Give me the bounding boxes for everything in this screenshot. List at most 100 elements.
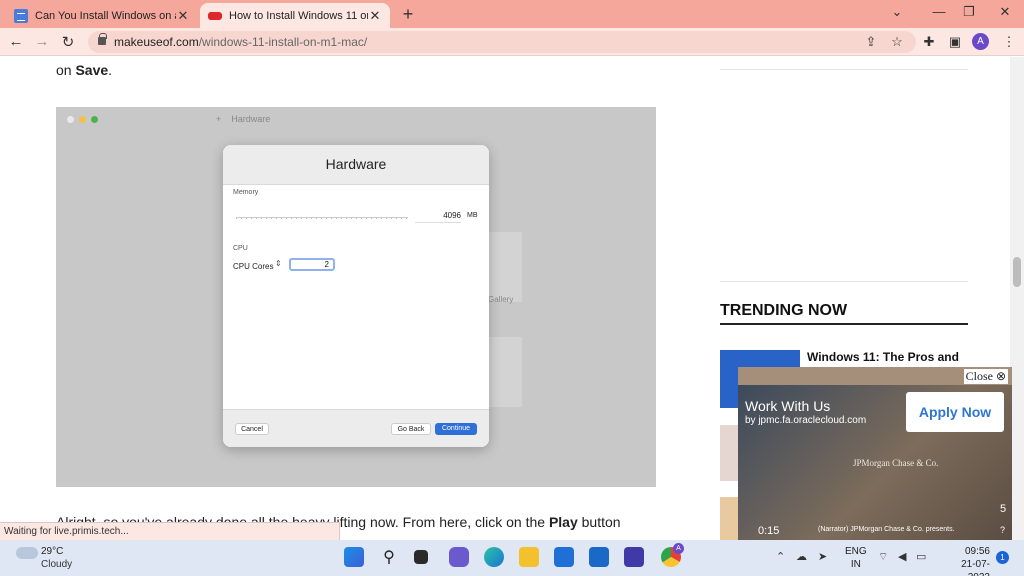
file-explorer-icon[interactable] [519,547,539,567]
reload-icon[interactable]: ↻ [58,33,78,51]
article-screenshot: + Hardware Gallery Hardware Memory 4096 … [56,107,656,487]
close-window-button[interactable]: ✕ [990,4,1020,20]
ad-headline: Work With Us [745,398,831,414]
ad-help-icon[interactable]: ? [1000,525,1005,535]
tab-close-icon[interactable]: ✕ [368,8,382,24]
cpu-cores-field[interactable]: 2 [289,258,335,271]
screen: Can You Install Windows on an A ✕ How to… [0,0,1024,576]
tab-title: How to Install Windows 11 on Yo [229,9,368,22]
background-card [486,232,522,302]
background-header: + Hardware [216,114,271,124]
memory-unit: MB [467,212,478,219]
background-header-text: Hardware [231,114,271,124]
article-thumbnail[interactable] [720,497,738,540]
weather-condition[interactable]: Cloudy [41,559,72,570]
background-card [486,337,522,407]
back-arrow-icon[interactable]: ← [6,33,26,50]
wifi-icon[interactable]: ⌔ [878,550,888,564]
menu-kebab-icon[interactable]: ⋮ [1000,34,1018,50]
onedrive-cloud-icon[interactable]: ☁ [796,550,807,563]
background-gallery-label: Gallery [488,295,514,304]
makeuseof-icon [208,11,222,20]
ad-close-button[interactable]: Close ⊗ [963,369,1008,384]
bookmark-star-icon[interactable]: ☆ [888,34,906,50]
windows-start-icon[interactable] [344,547,364,567]
ad-narration: (Narrator) JPMorgan Chase & Co. presents… [818,526,955,533]
tab-install-windows-11[interactable]: How to Install Windows 11 on Yo ✕ [200,3,390,28]
memory-slider[interactable] [236,217,408,219]
url-domain: makeuseof.com [114,35,199,49]
ad-video[interactable]: Work With Us by jpmc.fa.oraclecloud.com … [738,385,1012,540]
chevron-up-icon[interactable]: ⌃ [776,550,785,563]
lead-bold: Save [75,62,109,78]
scrollbar-thumb[interactable] [1013,257,1021,287]
new-tab-button[interactable]: + [398,4,418,25]
window-zoom-dot [91,116,98,123]
search-icon[interactable]: ⚲ [379,547,399,567]
share-icon[interactable]: ⇪ [862,34,880,50]
status-bubble: Waiting for live.primis.tech... [0,522,340,540]
weather-temperature[interactable]: 29°C [41,546,63,557]
window-minimize-dot [79,116,86,123]
article-thumbnail[interactable] [720,425,738,481]
edge-browser-icon[interactable] [484,547,504,567]
minimize-button[interactable]: — [924,4,954,19]
dialog-title: Hardware [223,145,489,185]
system-clock[interactable]: 09:56 21-07-2022 [940,545,990,576]
ad-brand-text: JPMorgan Chase & Co. [853,458,939,468]
trending-title: TRENDING NOW [720,302,848,319]
tab-search-icon[interactable]: ⌄ [882,4,912,20]
para-suffix: button [577,514,621,530]
ad-counter: 5 [1000,503,1007,515]
profile-avatar[interactable]: A [972,33,989,50]
lock-icon[interactable] [98,33,107,45]
ad-time: 0:15 [758,525,780,537]
notification-badge[interactable]: 1 [996,551,1009,564]
language-indicator[interactable]: ENG IN [845,545,867,571]
restore-button[interactable]: ❐ [954,4,984,20]
apply-now-button[interactable]: Apply Now [906,392,1004,432]
go-back-button[interactable]: Go Back [391,423,431,435]
clock-time: 09:56 [964,546,990,557]
trending-article-title[interactable]: Windows 11: The Pros and [807,350,959,364]
cancel-button[interactable]: Cancel [235,423,269,435]
microsoft-store-icon[interactable] [554,547,574,567]
chat-icon[interactable] [449,547,469,567]
extensions-puzzle-icon[interactable]: ✚ [920,34,938,50]
url-path: /windows-11-install-on-m1-mac/ [198,35,368,49]
tab-strip: Can You Install Windows on an A ✕ How to… [0,0,1024,28]
cloud-weather-icon[interactable] [16,547,38,559]
app-icon[interactable] [624,547,644,567]
browser-toolbar: ← → ↻ makeuseof.com/windows-11-install-o… [0,28,1024,56]
task-view-icon[interactable] [414,550,428,564]
lang-code: ENG [845,546,867,557]
address-bar[interactable]: makeuseof.com/windows-11-install-on-m1-m… [88,31,916,53]
side-panel-icon[interactable]: ▣ [946,34,964,50]
google-docs-icon [14,8,28,23]
video-ad[interactable]: Close ⊗ Work With Us by jpmc.fa.oraclecl… [738,367,1012,540]
cpu-section-label: CPU [233,245,248,252]
tab-title: Can You Install Windows on an A [35,9,176,22]
dialog-footer: Cancel Go Back Continue [223,409,489,447]
location-arrow-icon[interactable]: ➤ [818,550,827,563]
cpu-cores-label: CPU Cores [233,262,274,271]
web-page: on Save. + Hardware Gallery Hardware Mem… [0,57,1024,540]
forward-arrow-icon[interactable]: → [32,33,52,50]
window-close-dot [67,116,74,123]
trending-underline [720,323,968,325]
chrome-profile-badge: A [673,543,684,554]
hardware-dialog: Hardware Memory 4096 MB CPU CPU Cores ⇕ … [223,145,489,447]
sidebar-divider [720,281,968,282]
clock-date: 21-07-2022 [961,559,990,576]
memory-section-label: Memory [233,189,259,196]
continue-button[interactable]: Continue [435,423,477,435]
mail-icon[interactable] [589,547,609,567]
url-text: makeuseof.com/windows-11-install-on-m1-m… [114,35,367,49]
volume-icon[interactable]: ◀ [898,550,906,563]
memory-value-field[interactable]: 4096 [415,211,461,223]
cpu-stepper-icon[interactable]: ⇕ [275,259,282,268]
tab-install-windows-arm[interactable]: Can You Install Windows on an A ✕ [6,3,198,28]
page-scrollbar[interactable] [1010,57,1024,540]
tab-close-icon[interactable]: ✕ [176,8,190,24]
battery-icon[interactable]: ▭ [916,550,926,563]
